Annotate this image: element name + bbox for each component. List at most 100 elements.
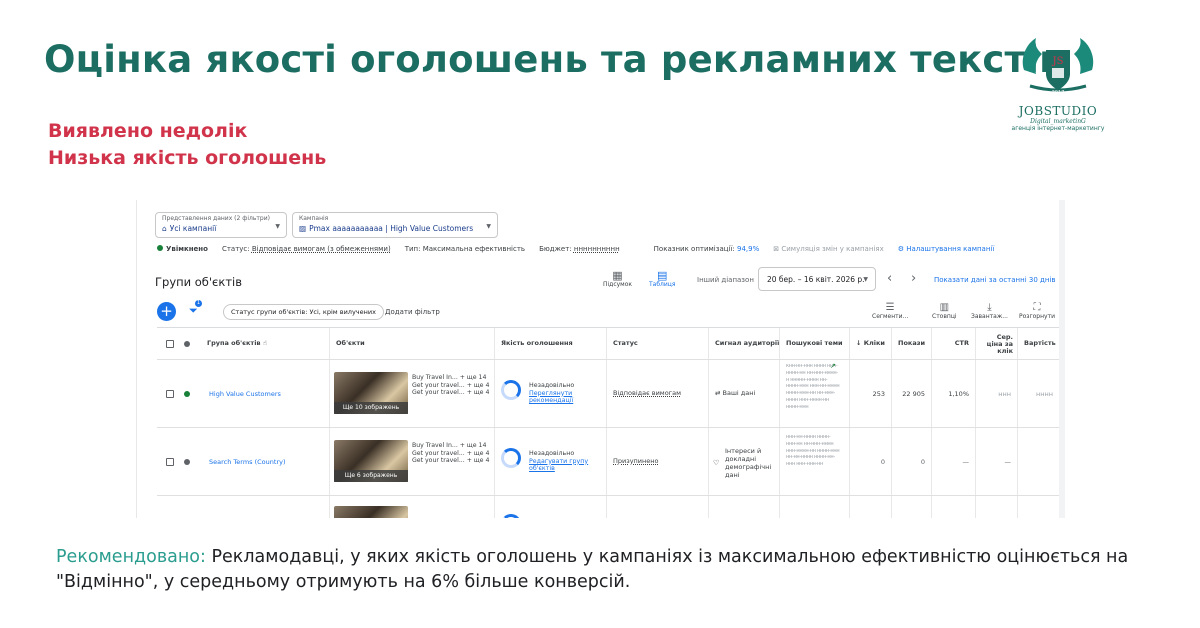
table-row-partial xyxy=(157,496,1059,518)
date-range-picker[interactable]: 20 бер. – 16 квіт. 2026 р. ▼ xyxy=(758,267,876,291)
status-filter-chip[interactable]: Статус групи об'єктів: Усі, крім вилучен… xyxy=(223,304,384,320)
edit-asset-group-link[interactable]: Редагувати групу об'єктів xyxy=(529,458,589,473)
assets-cell: Ще 10 зображень Buy Travel In... + ще 14… xyxy=(329,360,494,427)
asset-groups-title: Групи об'єктів xyxy=(155,275,242,289)
row-status-dot xyxy=(184,391,190,397)
asset-group-name[interactable]: High Value Customers xyxy=(209,390,281,398)
trend-up-icon: ↗ xyxy=(830,362,836,370)
simulation-link[interactable]: ⊠ Симуляція змін у кампаніях xyxy=(773,245,883,253)
filter-count-badge: 1 xyxy=(195,300,202,307)
col-status[interactable]: Статус xyxy=(606,328,708,359)
asset-group-name[interactable]: Search Terms (Country) xyxy=(209,458,286,466)
svg-text:2017: 2017 xyxy=(1052,90,1065,96)
logo-brand: JOBSTUDIO xyxy=(1018,104,1098,118)
summary-view-button[interactable]: ▦ Підсумок xyxy=(603,270,632,288)
col-impressions[interactable]: Покази xyxy=(891,328,931,359)
ad-strength-ring-icon xyxy=(501,514,521,518)
ad-strength-ring-icon xyxy=(501,380,521,400)
asset-groups-table: Група об'єктів ☝ Об'єкти Якість оголошен… xyxy=(157,327,1059,518)
issue-line-2: Низька якість оголошень xyxy=(48,147,327,169)
ad-strength-cell: Незадовільно Редагувати групу об'єктів xyxy=(494,428,606,495)
view-filter-dropdown[interactable]: Представлення даних (2 фільтри) ⌂ Усі кам… xyxy=(155,212,287,238)
search-themes-cell: ннн-нн-нннн нннн-ннн-нн нн-ннн-нннн ннн-… xyxy=(779,428,849,495)
download-button[interactable]: ⤓ Завантаж... xyxy=(971,302,1008,320)
table-view-button[interactable]: ▤ Таблиця xyxy=(649,270,675,288)
logo-crest-icon: JS 2017 xyxy=(1022,38,1094,96)
more-images-label: Ще 10 зображень xyxy=(334,402,408,414)
campaign-dropdown[interactable]: Кампанія ▨ Pmax ааааааааааа | High Value … xyxy=(292,212,498,238)
ad-strength-ring-icon xyxy=(501,448,521,468)
download-icon: ⤓ xyxy=(987,302,992,313)
recommendation-lead: Рекомендовано: xyxy=(56,547,206,567)
add-filter-button[interactable]: Додати фільтр xyxy=(385,308,440,316)
view-recommendations-link[interactable]: Переглянути рекомендації xyxy=(529,390,601,405)
segments-icon: ☰ xyxy=(885,302,895,313)
logo-sub-2: агенція інтернет-маркетингу xyxy=(1011,125,1105,132)
jobstudio-logo: JS 2017 JOBSTUDIO Digital_marketinG аген… xyxy=(1008,30,1108,134)
next-period-icon[interactable]: › xyxy=(911,271,916,286)
prev-period-icon[interactable]: ‹ xyxy=(887,271,892,286)
segments-button[interactable]: ☰ Сегменти... xyxy=(872,302,908,320)
col-avg-cpc[interactable]: Сер. ціна за клік xyxy=(975,328,1017,359)
view-filter-label: Представлення даних (2 фільтри) xyxy=(162,215,270,222)
recommendation-text: Рекламодавці, у яких якість оголошень у … xyxy=(56,547,1129,592)
issue-block: Виявлено недолік Низька якість оголошень xyxy=(48,118,326,172)
optimization-score[interactable]: 94,9% xyxy=(737,245,759,253)
svg-text:JS: JS xyxy=(1052,56,1064,67)
summary-icon: ▦ xyxy=(612,269,623,282)
issue-line-1: Виявлено недолік xyxy=(48,120,248,142)
asset-thumbnails[interactable] xyxy=(334,506,408,518)
asset-thumbnails[interactable]: Ще 10 зображень xyxy=(334,372,408,414)
search-themes-cell: кнн-нн-ннн нннн ннн-нннн-нн нн-ннн-нннн-… xyxy=(779,360,849,427)
columns-icon: ▥ xyxy=(939,302,950,313)
google-ads-screenshot: Представлення даних (2 фільтри) ⌂ Усі кам… xyxy=(136,200,1065,518)
more-images-label: Ще 6 зображень xyxy=(334,470,408,482)
show-last-30-link[interactable]: Показати дані за останні 30 днів xyxy=(934,276,1055,284)
cursor-hand-icon: ☝ xyxy=(262,339,267,347)
campaign-value: Pmax ааааааааааа | High Value Customers xyxy=(309,224,474,233)
home-icon: ⌂ xyxy=(162,224,167,233)
assets-text-list: Buy Travel In... + ще 14 Get your travel.… xyxy=(412,374,490,397)
status-cell: Відповідає вимогам xyxy=(606,360,708,427)
row-status-dot xyxy=(184,459,190,465)
col-search-themes[interactable]: Пошукові теми xyxy=(779,328,849,359)
chevron-down-icon: ▼ xyxy=(863,276,868,283)
budget-value[interactable]: нннннннннн xyxy=(574,245,620,253)
chevron-down-icon: ▼ xyxy=(275,223,280,230)
row-checkbox[interactable] xyxy=(166,390,174,398)
filter-icon[interactable]: ⏷ 1 xyxy=(189,300,202,318)
campaign-status-bar: Увімкнено Статус: Відповідає вимогам (з … xyxy=(157,245,994,253)
campaign-settings-link[interactable]: ⚙ Налаштування кампанії xyxy=(898,245,995,253)
logo-sub-1: Digital_marketinG xyxy=(1030,118,1086,125)
slide-title: Оцінка якості оголошень та рекламних тек… xyxy=(44,38,1063,81)
col-clicks[interactable]: ↓ Кліки xyxy=(849,328,891,359)
col-ad-strength[interactable]: Якість оголошення xyxy=(494,328,606,359)
chevron-down-icon: ▼ xyxy=(486,223,491,230)
status-cell: Призупинено xyxy=(606,428,708,495)
col-ctr[interactable]: CTR xyxy=(931,328,975,359)
table-row: Search Terms (Country) Ще 6 зображень Bu… xyxy=(157,428,1059,496)
enabled-status[interactable]: Увімкнено xyxy=(157,245,208,253)
assets-cell: Ще 6 зображень Buy Travel In... + ще 14 G… xyxy=(329,428,494,495)
row-checkbox[interactable] xyxy=(166,458,174,466)
add-asset-group-button[interactable]: + xyxy=(157,302,176,321)
col-cost[interactable]: Вартість xyxy=(1017,328,1059,359)
col-audience-signal[interactable]: Сигнал аудиторії xyxy=(708,328,779,359)
table-icon: ▤ xyxy=(657,269,668,282)
range-label: Інший діапазон xyxy=(697,276,754,284)
columns-button[interactable]: ▥ Стовпці xyxy=(932,302,957,320)
col-asset-group[interactable]: Група об'єктів ☝ xyxy=(201,328,329,359)
heart-icon: ♡ xyxy=(713,459,720,467)
select-all-checkbox[interactable] xyxy=(166,340,174,348)
type-value: Максимальна ефективність xyxy=(422,245,526,253)
expand-button[interactable]: ⛶ Розгорнути xyxy=(1019,302,1055,320)
asset-thumbnails[interactable]: Ще 6 зображень xyxy=(334,440,408,482)
status-value[interactable]: Відповідає вимогам (з обмеженнями) xyxy=(252,245,391,253)
ad-strength-cell: Незадовільно Переглянути рекомендації xyxy=(494,360,606,427)
campaign-type-icon: ▨ xyxy=(299,224,307,233)
assets-text-list: Buy Travel In... + ще 14 Get your travel.… xyxy=(412,442,490,465)
table-row: High Value Customers Ще 10 зображень Buy… xyxy=(157,360,1059,428)
col-assets[interactable]: Об'єкти xyxy=(329,328,494,359)
audience-cell: ♡ Інтереси й докладні демографічні дані xyxy=(708,428,779,495)
table-header-row: Група об'єктів ☝ Об'єкти Якість оголошен… xyxy=(157,328,1059,360)
